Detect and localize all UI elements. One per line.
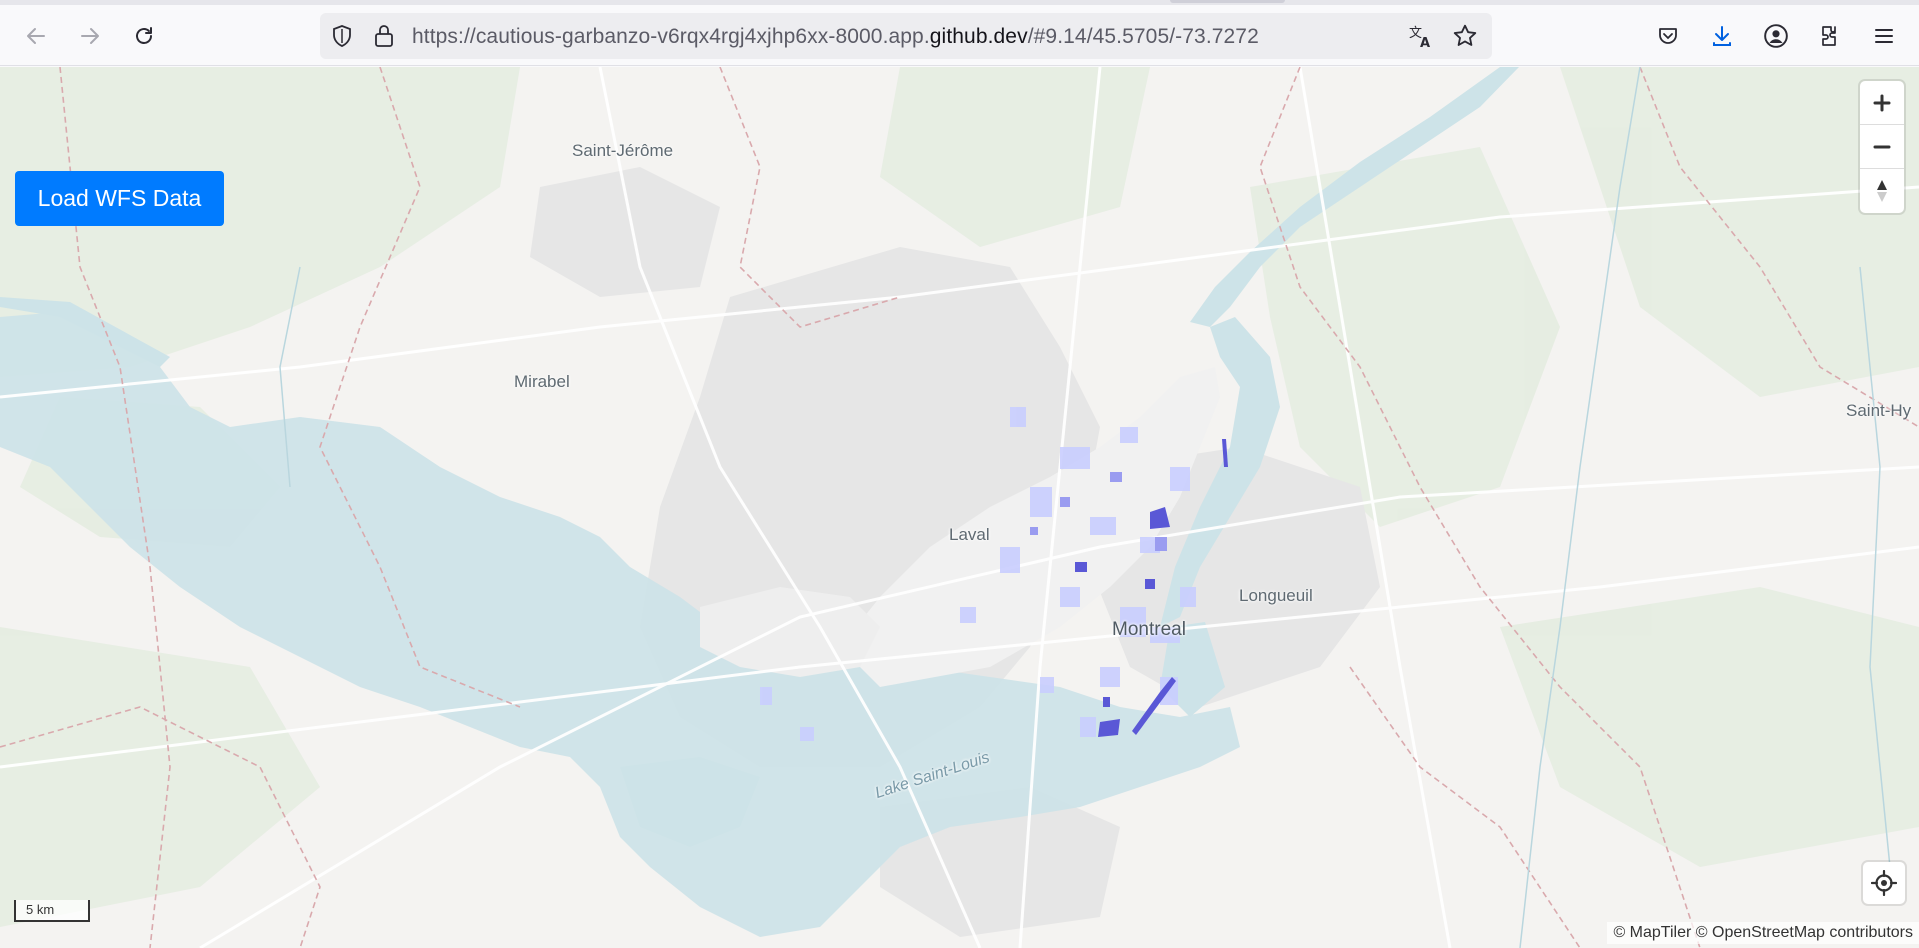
attribution-osm-link[interactable]: © OpenStreetMap contributors [1696,924,1913,941]
extensions-icon[interactable] [1813,19,1847,53]
zoom-in-button[interactable] [1860,81,1904,125]
pocket-icon[interactable] [1651,19,1685,53]
load-wfs-data-button[interactable]: Load WFS Data [15,171,224,226]
zoom-out-button[interactable] [1860,125,1904,169]
compass-icon [1877,180,1887,202]
url-prefix: https://cautious-garbanzo-v6rqx4rgj4xjhp… [412,25,930,48]
place-label-longueuil: Longueuil [1239,586,1313,605]
account-icon[interactable] [1759,19,1793,53]
translate-icon[interactable]: 文A [1408,23,1434,54]
place-label-saint-jerome: Saint-Jérôme [572,141,674,160]
url-domain: github.dev [929,25,1028,48]
address-bar[interactable]: https://cautious-garbanzo-v6rqx4rgj4xjhp… [320,13,1492,59]
place-label-montreal: Montreal [1112,619,1186,640]
lock-icon[interactable] [372,23,396,54]
plus-icon [1873,94,1891,111]
place-label-laval: Laval [949,525,990,544]
downloads-icon[interactable] [1705,19,1739,53]
forward-arrow-icon[interactable] [72,18,108,54]
tab-strip [0,0,1919,5]
url-text[interactable]: https://cautious-garbanzo-v6rqx4rgj4xjhp… [412,25,1259,49]
zoom-control [1860,81,1904,213]
reset-bearing-button[interactable] [1860,169,1904,213]
place-label-saint-hy: Saint-Hy [1846,401,1912,420]
tracking-protection-shield-icon[interactable] [330,24,354,53]
minus-icon [1873,145,1891,148]
url-suffix: /#9.14/45.5705/-73.7272 [1027,25,1259,48]
map-attribution: © MapTiler © OpenStreetMap contributors [1607,922,1919,944]
svg-text:A: A [1420,36,1430,49]
map-canvas[interactable]: Saint-Jérôme Mirabel Laval Longueuil Mon… [0,67,1919,948]
back-arrow-icon[interactable] [18,18,54,54]
hamburger-menu-icon[interactable] [1867,19,1901,53]
bookmark-star-icon[interactable] [1452,23,1478,54]
browser-toolbar: https://cautious-garbanzo-v6rqx4rgj4xjhp… [0,0,1919,66]
geolocate-icon [1871,870,1897,896]
basemap [0,67,1919,948]
geolocate-button[interactable] [1863,862,1905,904]
reload-icon[interactable] [126,18,162,54]
scale-bar: 5 km [14,900,90,922]
active-tab-edge[interactable] [1170,0,1285,3]
attribution-maptiler-link[interactable]: © MapTiler [1613,924,1691,941]
place-label-mirabel: Mirabel [514,372,570,391]
